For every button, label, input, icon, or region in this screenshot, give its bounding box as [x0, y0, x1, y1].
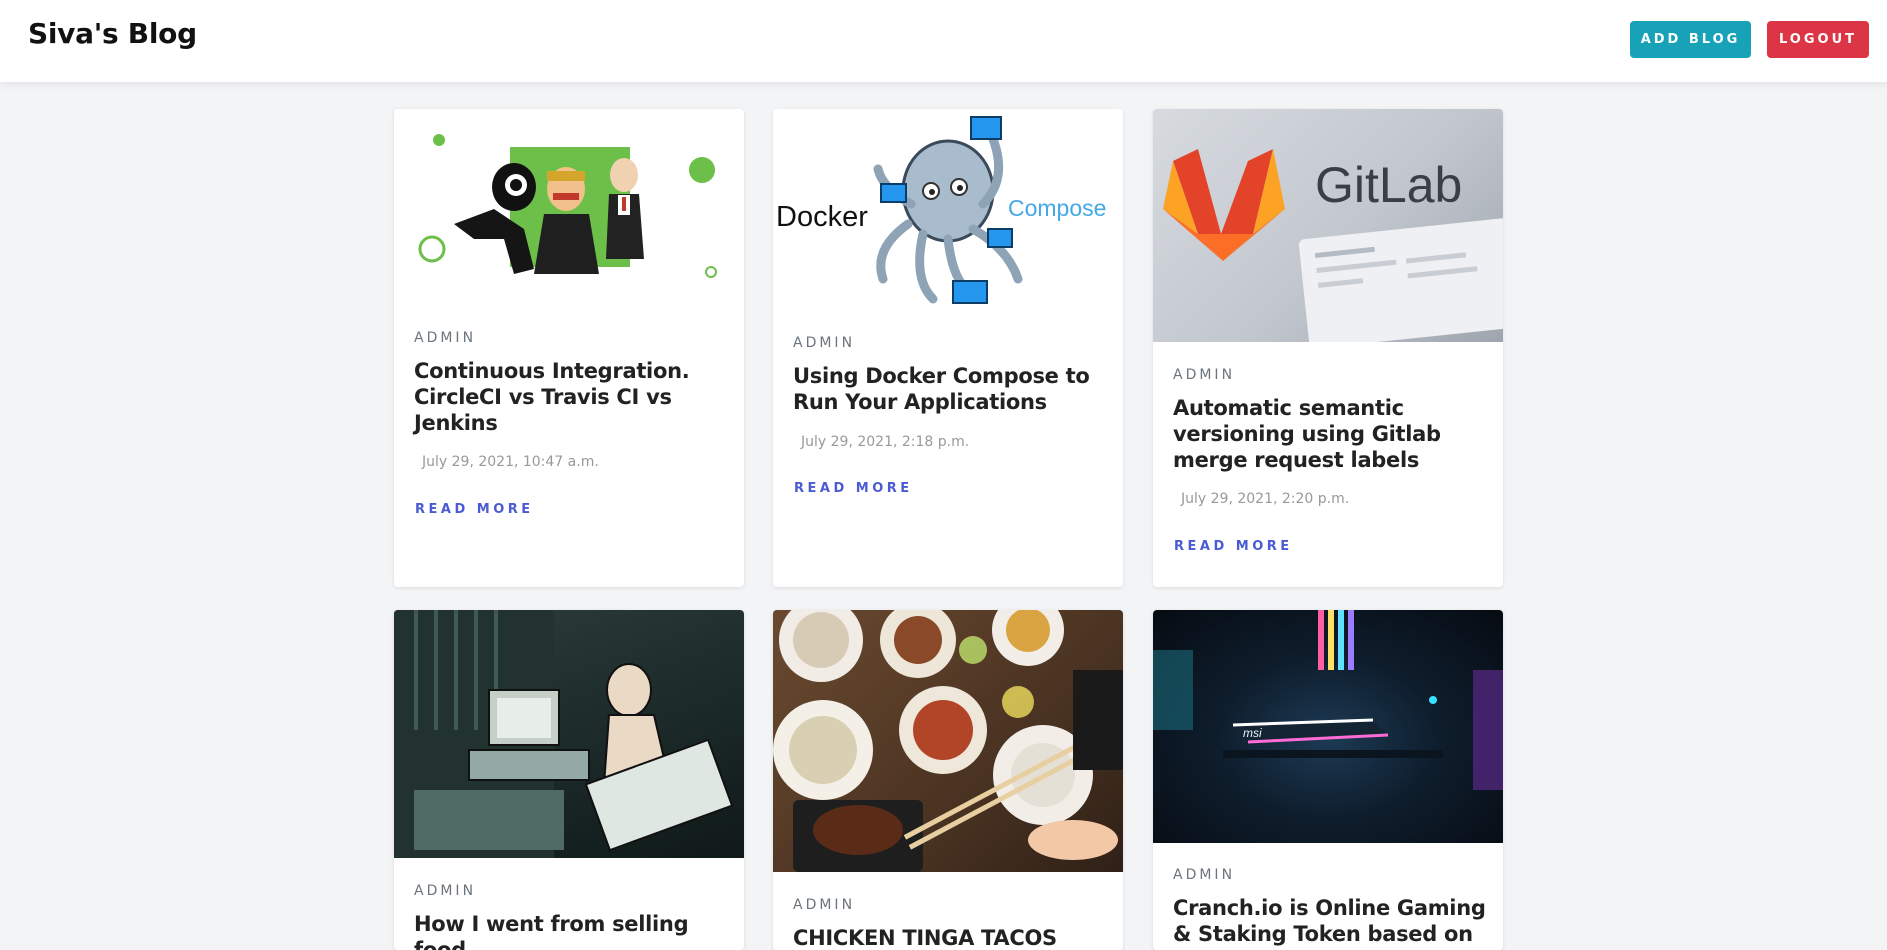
card-date: July 29, 2021, 10:47 a.m. [422, 454, 599, 470]
compose-wordmark: Compose [1008, 195, 1106, 221]
gitlab-wordmark: GitLab [1315, 157, 1462, 213]
card-title[interactable]: Automatic semantic versioning using Gitl… [1173, 395, 1493, 473]
card-date: July 29, 2021, 2:18 p.m. [801, 434, 970, 450]
blog-card: Docker Compose ADMIN Using Docker Compos… [773, 109, 1123, 587]
card-author: ADMIN [1173, 867, 1236, 883]
card-title[interactable]: Cranch.io is Online Gaming & Staking Tok… [1173, 895, 1493, 950]
card-title[interactable]: Continuous Integration. CircleCI vs Trav… [414, 358, 734, 436]
read-more-link[interactable]: READ MORE [415, 502, 534, 517]
card-image-gpu-rgb[interactable]: msi [1153, 610, 1503, 843]
card-author: ADMIN [414, 330, 477, 346]
card-title[interactable]: CHICKEN TINGA TACOS [793, 925, 1113, 950]
blog-card: ADMIN CHICKEN TINGA TACOS [773, 610, 1123, 950]
blog-card: GitLab ADMIN Automatic semantic versioni… [1153, 109, 1503, 587]
logout-button[interactable]: LOGOUT [1767, 21, 1869, 58]
read-more-link[interactable]: READ MORE [1174, 539, 1293, 554]
card-author: ADMIN [414, 883, 477, 899]
msi-logo: msi [1243, 726, 1262, 740]
card-author: ADMIN [793, 335, 856, 351]
blog-card: ADMIN Continuous Integration. CircleCI v… [394, 109, 744, 587]
card-image-ci[interactable] [394, 109, 744, 304]
card-author: ADMIN [1173, 367, 1236, 383]
card-image-docker-compose[interactable]: Docker Compose [773, 109, 1123, 309]
card-date: July 29, 2021, 2:20 p.m. [1181, 491, 1350, 507]
blog-card: ADMIN How I went from selling food [394, 610, 744, 950]
card-title[interactable]: Using Docker Compose to Run Your Applica… [793, 363, 1113, 415]
card-title[interactable]: How I went from selling food [414, 911, 734, 950]
card-author: ADMIN [793, 897, 856, 913]
card-image-retro-computer[interactable] [394, 610, 744, 858]
card-image-gitlab[interactable]: GitLab [1153, 109, 1503, 342]
card-image-food-table[interactable] [773, 610, 1123, 872]
navbar: Siva's Blog ADD BLOG LOGOUT [0, 0, 1887, 82]
read-more-link[interactable]: READ MORE [794, 481, 913, 496]
blog-card: msi ADMIN Cranch.io is Online Gaming & S… [1153, 610, 1503, 950]
site-brand[interactable]: Siva's Blog [28, 17, 197, 50]
docker-wordmark: Docker [776, 201, 868, 233]
add-blog-button[interactable]: ADD BLOG [1630, 21, 1751, 58]
